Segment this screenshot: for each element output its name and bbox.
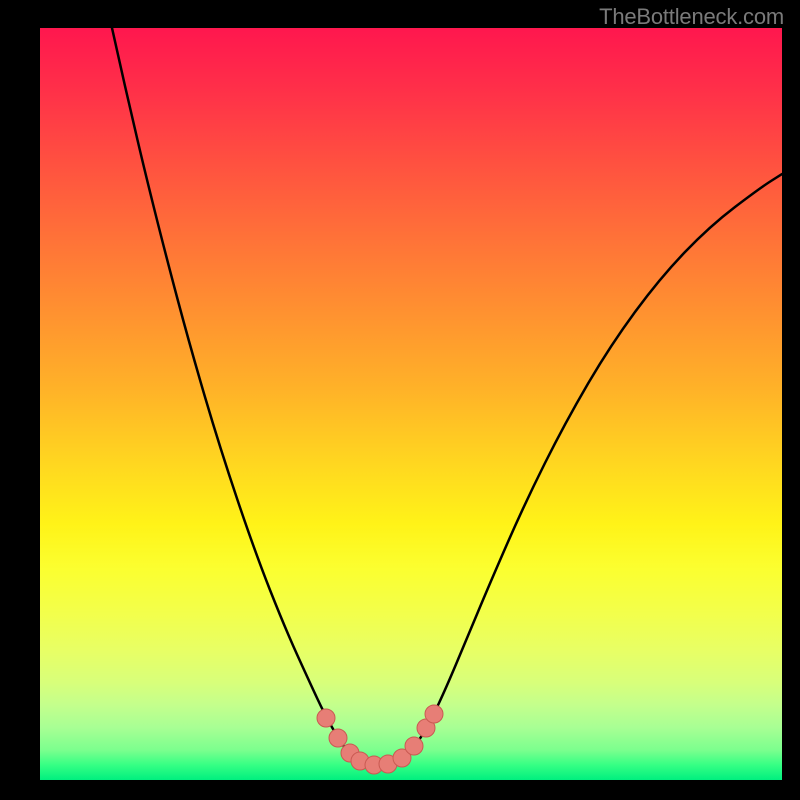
data-point xyxy=(405,737,423,755)
data-point xyxy=(425,705,443,723)
chart-frame: TheBottleneck.com xyxy=(0,0,800,800)
plot-area xyxy=(40,28,782,780)
data-point xyxy=(317,709,335,727)
watermark-text: TheBottleneck.com xyxy=(599,4,784,30)
data-points-group xyxy=(317,705,443,774)
data-point xyxy=(329,729,347,747)
bottleneck-curve xyxy=(112,28,782,766)
curve-layer xyxy=(40,28,782,780)
